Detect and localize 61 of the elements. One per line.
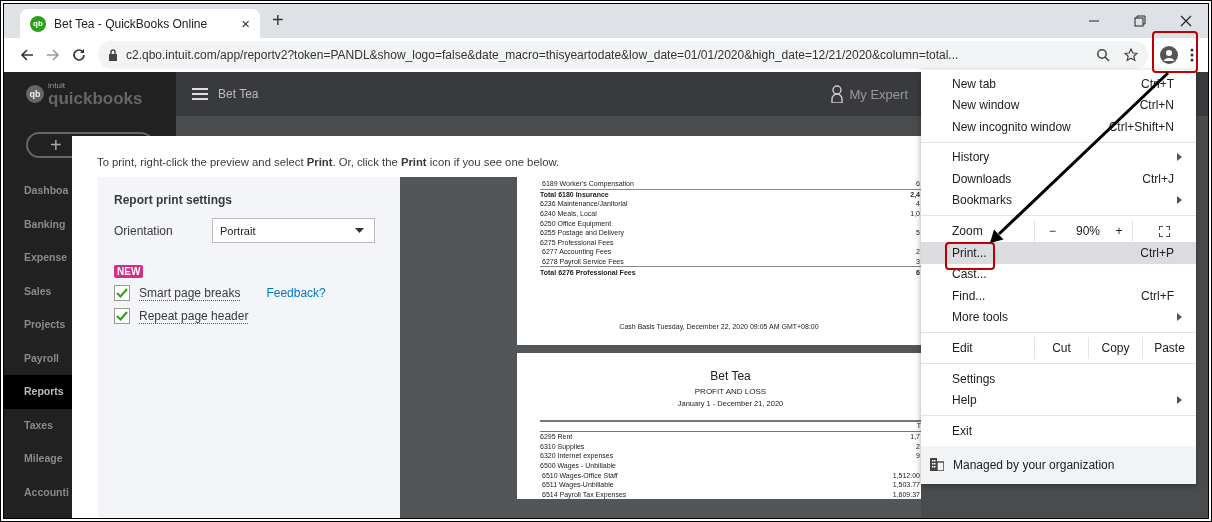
menu-item[interactable]: Bookmarks [921, 189, 1196, 211]
tab-title: Bet Tea - QuickBooks Online [54, 16, 209, 31]
menu-item[interactable]: History [921, 146, 1196, 168]
menu-item[interactable]: New window Ctrl+N [921, 94, 1196, 116]
callout-frame [1152, 31, 1198, 73]
zoom-level: 90% [1075, 224, 1101, 238]
logo-wordmark: quickbooks [48, 89, 143, 107]
forward-arrow-icon[interactable] [46, 48, 60, 62]
feedback-link[interactable]: Feedback? [266, 286, 326, 300]
restore-icon[interactable] [1134, 15, 1146, 27]
report-title: PROFIT AND LOSS [693, 387, 768, 396]
menu-item[interactable]: More tools [921, 306, 1196, 328]
reload-icon[interactable] [72, 48, 86, 62]
instruction-text: To print, right-click the preview and select Print. Or, click the Print icon if you see one below. [97, 156, 560, 168]
address-bar[interactable]: c2.qbo.intuit.com/app/reportv2?token=PANDL&show_logo=false&date_macro=thisyeartodate&low_date=01/01/2020&high_date=12/21/2020&column=total... [98, 41, 1148, 69]
check-icon [116, 311, 128, 321]
zoom-label: Zoom [951, 224, 984, 238]
edit-action[interactable]: Copy [1088, 337, 1142, 359]
checkbox[interactable] [114, 308, 130, 324]
new-badge: NEW [114, 265, 144, 278]
edit-label: Edit [951, 341, 974, 355]
close-icon[interactable] [1180, 15, 1192, 27]
kebab-menu-icon[interactable] [1190, 48, 1194, 62]
callout-frame [945, 242, 995, 270]
menu-item[interactable]: Print... Ctrl+P [921, 242, 1196, 264]
caret-icon [355, 228, 364, 233]
profile-avatar-icon[interactable] [1160, 46, 1178, 64]
menu-item[interactable]: Exit [921, 420, 1196, 442]
star-icon[interactable] [1124, 48, 1138, 62]
experts-link[interactable]: My Expert [849, 86, 908, 102]
browser-tab[interactable]: qb Bet Tea - QuickBooks Online × [20, 9, 260, 38]
menu-item[interactable]: Downloads Ctrl+J [921, 168, 1196, 190]
building-icon [930, 458, 944, 471]
orientation-label: Orientation [114, 223, 174, 238]
zoom-icon[interactable] [1096, 48, 1110, 62]
report-company: Bet Tea [709, 369, 752, 383]
fullscreen-icon[interactable] [1159, 225, 1170, 237]
orientation-dropdown[interactable]: Portrait [212, 218, 375, 243]
hamburger-menu-icon[interactable] [192, 88, 208, 100]
company-name: Bet Tea [218, 87, 259, 101]
option-label[interactable]: Smart page breaks [139, 285, 241, 301]
menu-item[interactable]: Settings [921, 368, 1196, 390]
option-label[interactable]: Repeat page header [139, 308, 249, 324]
menu-item[interactable]: Find... Ctrl+F [921, 285, 1196, 307]
edit-action[interactable]: Cut [1034, 337, 1088, 359]
checkbox[interactable] [114, 285, 130, 301]
managed-notice: Managed by your organization [953, 457, 1115, 472]
edit-action[interactable]: Paste [1142, 337, 1196, 359]
settings-title: Report print settings [114, 193, 233, 207]
check-icon [116, 288, 128, 298]
lock-icon [108, 49, 118, 61]
menu-item[interactable]: Help [921, 389, 1196, 411]
zoom-in-button[interactable]: + [1106, 220, 1132, 242]
new-tab-button[interactable]: + [272, 9, 284, 32]
logo-mark: qb [26, 85, 44, 103]
logo-caption: intuit [48, 81, 66, 90]
person-icon[interactable] [831, 85, 844, 103]
url-text: c2.qbo.intuit.com/app/reportv2?token=PANDL&show_logo=false&date_macro=thisyeartodate&low_date=01/01/2020&high_date=12/21/2020&column=total... [126, 48, 960, 62]
close-tab-button[interactable]: × [241, 15, 250, 32]
favicon: qb [30, 15, 46, 32]
back-arrow-icon[interactable] [20, 48, 34, 62]
